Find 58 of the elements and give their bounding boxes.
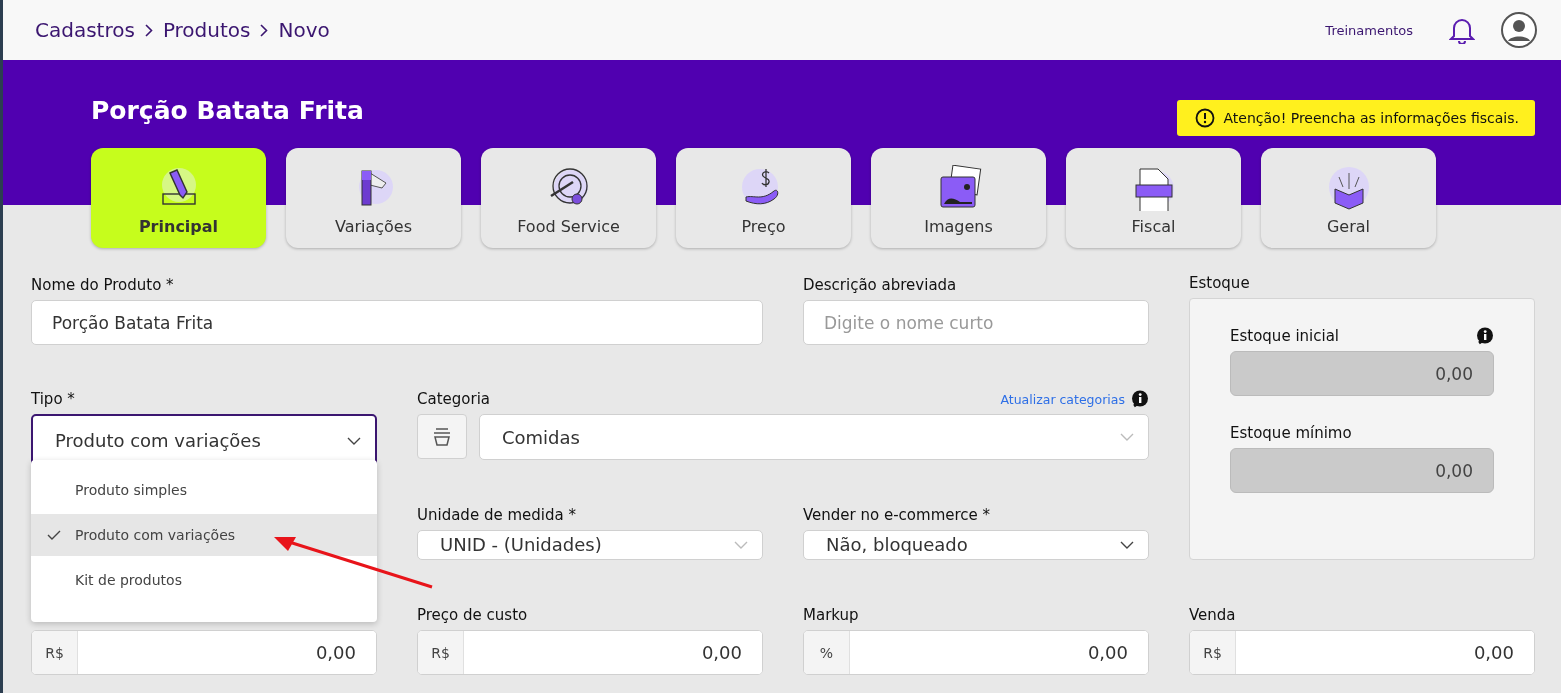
chevron-down-icon (347, 437, 361, 445)
field-label: Venda (1189, 608, 1237, 622)
section-tab[interactable]: Fiscal (1066, 148, 1241, 248)
dropdown-option[interactable]: Produto com variações (31, 514, 377, 557)
chevron-down-icon (1120, 433, 1134, 442)
field-label: Categoria (417, 392, 490, 407)
currency-prefix: R$ (32, 631, 78, 674)
chevron-right-icon (260, 23, 269, 37)
avatar-icon[interactable] (1501, 12, 1537, 48)
stock-field[interactable]: 0,00 (1230, 351, 1494, 396)
info-icon[interactable] (1131, 390, 1149, 409)
price-field[interactable]: % 0,00 (803, 630, 1149, 675)
chevron-down-icon (734, 540, 748, 549)
chevron-down-icon (1120, 540, 1134, 549)
price-field[interactable]: R$ 0,00 (417, 630, 763, 675)
field-label: Unidade de medida * (417, 507, 577, 522)
unit-select[interactable]: UNID - (Unidades) (417, 529, 763, 560)
field-label: Vender no e-commerce * (803, 507, 992, 522)
product-name-field[interactable]: Porção Batata Frita (31, 300, 763, 345)
category-select[interactable]: Comidas (479, 414, 1149, 461)
ecommerce-select[interactable]: Não, bloqueado (803, 529, 1149, 560)
product-title: Porção Batata Frita (91, 96, 364, 125)
currency-prefix: R$ (1190, 631, 1236, 674)
field-label: Descrição abreviada (803, 278, 958, 292)
info-icon[interactable] (1476, 327, 1494, 345)
warning-icon (1195, 108, 1216, 128)
short-description-field[interactable]: Digite o nome curto (803, 300, 1149, 345)
update-categories-link[interactable]: Atualizar categorias (1000, 391, 1125, 407)
category-button[interactable] (417, 414, 467, 460)
chevron-right-icon (144, 23, 153, 37)
section-label: Estoque (1189, 276, 1251, 290)
price-field[interactable]: R$ 0,00 (31, 630, 377, 675)
dropdown-option[interactable]: Produto simples (31, 469, 377, 512)
field-label: Tipo * (31, 392, 76, 407)
field-label: Estoque inicial (1230, 329, 1339, 343)
field-label: Markup (803, 608, 860, 622)
currency-prefix: % (804, 631, 850, 674)
currency-prefix: R$ (418, 631, 464, 674)
check-icon (47, 530, 61, 541)
dropdown-option[interactable]: Kit de produtos (31, 559, 377, 602)
section-tab[interactable]: Variações (286, 148, 461, 248)
breadcrumb-item[interactable]: Produtos (162, 18, 251, 42)
field-label: Nome do Produto * (31, 278, 175, 292)
field-label: Estoque mínimo (1230, 426, 1352, 440)
bell-icon[interactable] (1449, 16, 1475, 44)
breadcrumb-item[interactable]: Cadastros (35, 18, 135, 42)
trainings-link[interactable]: Treinamentos (1325, 22, 1413, 38)
basket-icon (431, 426, 453, 447)
section-tab[interactable]: Preço (676, 148, 851, 248)
section-tab[interactable]: Food Service (481, 148, 656, 248)
section-tab[interactable]: Principal (91, 148, 266, 248)
section-tab[interactable]: Geral (1261, 148, 1436, 248)
stock-field[interactable]: 0,00 (1230, 448, 1494, 493)
breadcrumb-item[interactable]: Novo (278, 18, 330, 42)
price-field[interactable]: R$ 0,00 (1189, 630, 1535, 675)
alert-text: Atenção! Preencha as informações fiscais. (1223, 110, 1519, 126)
field-label: Preço de custo (417, 608, 529, 622)
section-tab[interactable]: Imagens (871, 148, 1046, 248)
